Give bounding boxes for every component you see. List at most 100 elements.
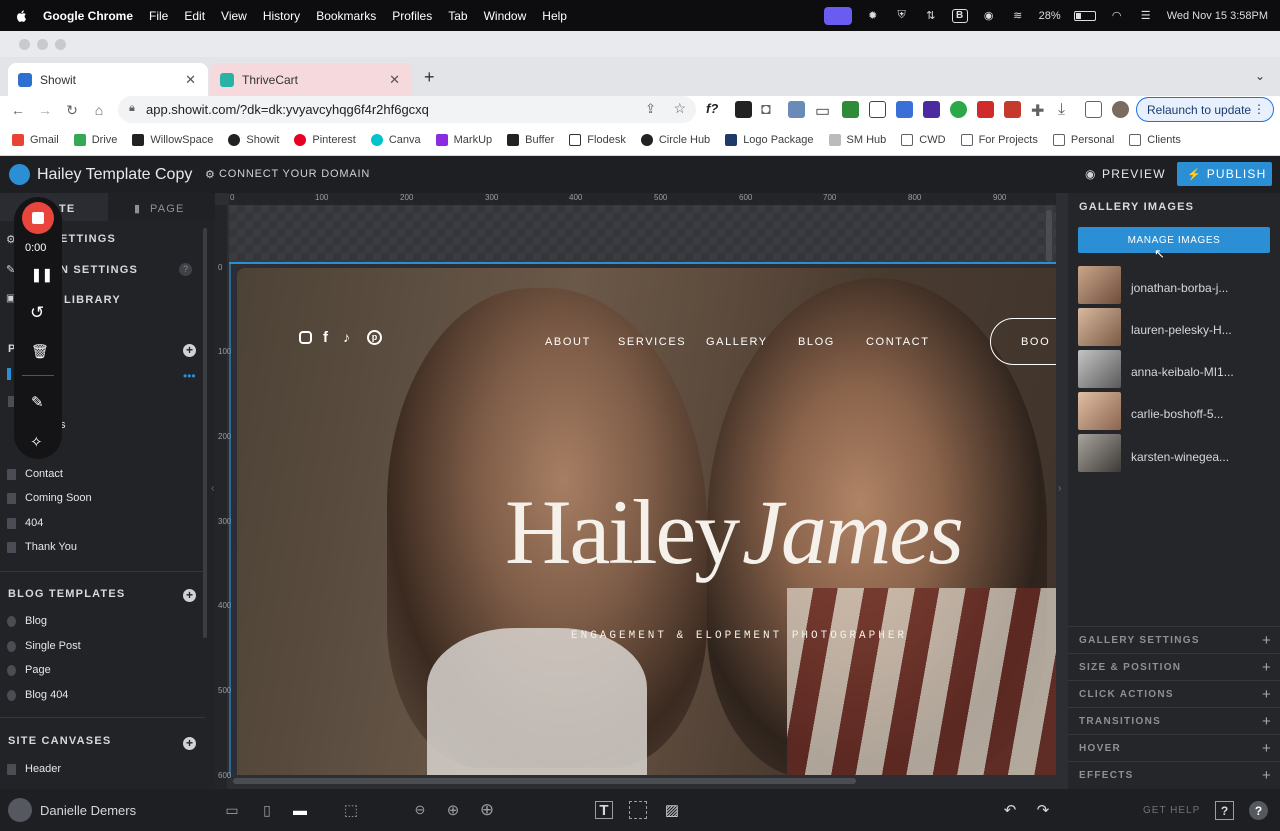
menu-app-name[interactable]: Google Chrome: [43, 9, 133, 23]
blog-item-404[interactable]: Blog 404: [7, 689, 68, 701]
pause-icon[interactable]: ❚❚: [31, 267, 53, 283]
help-doc-icon[interactable]: ?: [1215, 801, 1234, 820]
gear-icon[interactable]: ⚙: [205, 168, 215, 181]
canvas-vertical-scrollbar[interactable]: [1046, 210, 1052, 262]
screen-record-icon[interactable]: [823, 6, 852, 25]
lock-icon[interactable]: 🔒︎: [129, 102, 135, 115]
canvas-item-header[interactable]: Header: [7, 763, 61, 775]
add-blog-template-icon[interactable]: +: [183, 589, 196, 602]
control-center-icon[interactable]: ☰: [1138, 9, 1154, 23]
restart-icon[interactable]: ↺: [30, 303, 44, 323]
home-icon[interactable]: ⌂: [90, 101, 108, 119]
zoom-in-icon[interactable]: ⊕: [478, 800, 496, 819]
trash-icon[interactable]: 🗑︎: [31, 343, 49, 360]
preview-button[interactable]: PREVIEW: [1102, 167, 1166, 181]
section-transitions[interactable]: TRANSITIONS +: [1068, 707, 1280, 734]
gallery-thumb[interactable]: [1078, 308, 1121, 346]
menu-edit[interactable]: Edit: [184, 9, 205, 23]
add-page-icon[interactable]: +: [183, 344, 196, 357]
off-extension-icon[interactable]: [788, 101, 805, 118]
close-tab-icon[interactable]: ✕: [185, 72, 196, 88]
user-avatar[interactable]: [8, 798, 32, 822]
share-icon[interactable]: ⇪: [645, 101, 656, 117]
menubar-datetime[interactable]: Wed Nov 15 3:58PM: [1167, 10, 1268, 22]
bookmark-drive[interactable]: Drive: [73, 133, 117, 146]
stop-recording-button[interactable]: [22, 202, 54, 234]
bookmark-flodesk[interactable]: Flodesk: [569, 133, 626, 146]
hero-tagline[interactable]: ENGAGEMENT & ELOPEMENT PHOTOGRAPHER: [571, 630, 907, 642]
tab-search-chevron-icon[interactable]: ⌄: [1255, 69, 1265, 83]
more-vert-icon[interactable]: ⋮: [1253, 102, 1265, 116]
eye-icon[interactable]: ◉: [1085, 167, 1095, 181]
tab-showit[interactable]: Showit ✕: [8, 63, 208, 96]
puzzle-extensions-icon[interactable]: ✚: [1031, 101, 1048, 120]
new-tab-icon[interactable]: +: [424, 67, 435, 88]
bookmark-gmail[interactable]: Gmail: [12, 133, 59, 146]
tablet-view-icon[interactable]: ▭: [223, 801, 241, 819]
page-item-thank-you[interactable]: Thank You: [7, 541, 77, 553]
chat-help-icon[interactable]: ?: [1249, 801, 1268, 820]
more-options-icon[interactable]: •••: [183, 369, 196, 383]
hero-image[interactable]: f ♪ p ABOUT SERVICES GALLERY BLOG CONTAC…: [237, 268, 1056, 775]
address-bar[interactable]: 🔒︎ app.showit.com/?dk=dk:yvyavcyhqg6f4r2…: [118, 96, 696, 123]
wifi-icon[interactable]: ◠: [1109, 9, 1125, 23]
calendar-extension-icon[interactable]: [977, 101, 994, 118]
menu-file[interactable]: File: [149, 9, 168, 23]
forward-arrow-icon[interactable]: →: [36, 101, 54, 119]
menu-window[interactable]: Window: [484, 9, 527, 23]
bookmark-showit[interactable]: Showit: [228, 133, 279, 146]
zoom-out-icon[interactable]: ⊖: [411, 801, 429, 819]
section-hover[interactable]: HOVER +: [1068, 734, 1280, 761]
b-extension-icon[interactable]: [842, 101, 859, 118]
zoom-window-button[interactable]: [55, 39, 66, 50]
shield-extension-icon[interactable]: [1004, 101, 1021, 118]
user-name[interactable]: Danielle Demers: [40, 803, 136, 818]
menu-view[interactable]: View: [221, 9, 247, 23]
add-text-icon[interactable]: T: [595, 801, 613, 819]
colorpick-extension-icon[interactable]: [735, 101, 752, 118]
collapse-left-arrow-icon[interactable]: ‹: [211, 483, 214, 494]
pen-icon[interactable]: ✎: [31, 393, 44, 411]
bookmark-logo-package[interactable]: Logo Package: [725, 133, 814, 146]
screenshot-extension-icon[interactable]: ▭: [815, 101, 832, 120]
nav-blog[interactable]: BLOG: [798, 336, 835, 348]
facebook-icon[interactable]: f: [323, 329, 328, 346]
gallery-image-name[interactable]: lauren-pelesky-H...: [1131, 323, 1232, 337]
showit-logo-icon[interactable]: [9, 164, 30, 185]
tab-thrivecart[interactable]: ThriveCart ✕: [210, 63, 412, 96]
bookmark-willowspace[interactable]: WillowSpace: [132, 133, 213, 146]
doc-extension-icon[interactable]: [896, 101, 913, 118]
nav-contact[interactable]: CONTACT: [866, 336, 930, 348]
check-extension-icon[interactable]: [950, 101, 967, 118]
mobile-view-icon[interactable]: ▯: [258, 801, 276, 819]
wave-status-icon[interactable]: ≋: [1010, 9, 1026, 23]
nav-about[interactable]: ABOUT: [545, 336, 591, 348]
connect-domain-link[interactable]: CONNECT YOUR DOMAIN: [219, 168, 370, 180]
blog-item-single-post[interactable]: Single Post: [7, 640, 81, 652]
tab-page[interactable]: PAGE: [150, 203, 185, 215]
b-status-icon[interactable]: B: [951, 8, 968, 23]
book-button[interactable]: BOO: [990, 318, 1056, 365]
site-title[interactable]: Hailey Template Copy: [37, 166, 192, 184]
page-item-contact[interactable]: Contact: [7, 468, 63, 480]
design-settings-item[interactable]: N SETTINGS: [60, 264, 138, 276]
minimize-window-button[interactable]: [37, 39, 48, 50]
gallery-thumb[interactable]: [1078, 266, 1121, 304]
bookmark-clients[interactable]: Clients: [1129, 133, 1181, 146]
bookmark-for-projects[interactable]: For Projects: [960, 133, 1038, 146]
gallery-image-name[interactable]: jonathan-borba-j...: [1131, 281, 1228, 295]
nav-services[interactable]: SERVICES: [618, 336, 686, 348]
back-arrow-icon[interactable]: ←: [9, 101, 27, 119]
bookmark-buffer[interactable]: Buffer: [507, 133, 554, 146]
menu-profiles[interactable]: Profiles: [392, 9, 432, 23]
bookmark-circle-hub[interactable]: Circle Hub: [640, 133, 710, 146]
download-icon[interactable]: ⤓: [1058, 101, 1075, 118]
pinterest-icon[interactable]: p: [367, 330, 382, 345]
selection-frame-icon[interactable]: ⬚: [342, 801, 360, 819]
page-item-404[interactable]: 404: [7, 517, 43, 529]
redo-icon[interactable]: ↷: [1034, 801, 1052, 819]
left-panel-scrollbar[interactable]: [203, 228, 207, 638]
help-icon[interactable]: ?: [179, 263, 192, 276]
reload-icon[interactable]: ↻: [63, 101, 81, 119]
get-help-link[interactable]: GET HELP: [1143, 805, 1200, 816]
